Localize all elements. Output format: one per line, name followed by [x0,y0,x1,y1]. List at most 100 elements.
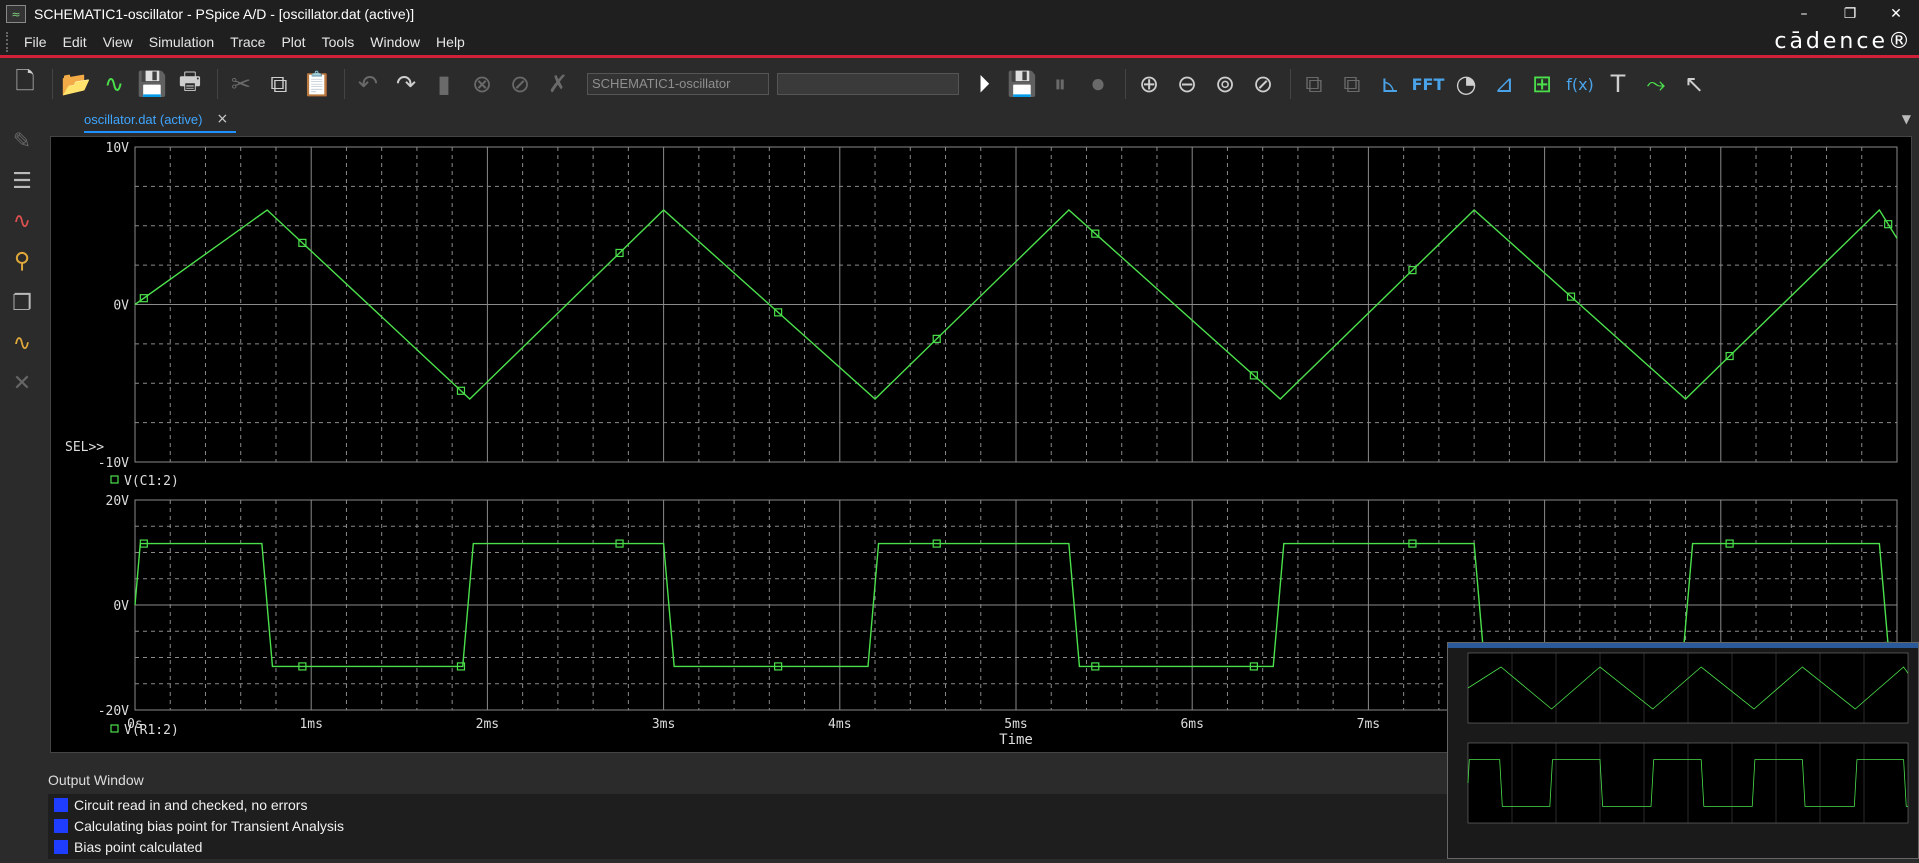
menu-file[interactable]: File [16,34,55,50]
document-tab-strip: oscillator.dat (active) × ▼ [44,107,1919,133]
add-trace-icon[interactable]: ⊞ [1525,67,1559,101]
zoom-in-icon[interactable]: ⊕ [1132,67,1166,101]
text-label-icon[interactable]: T [1601,67,1635,101]
disabled-probe-icon[interactable]: ✕ [6,367,38,399]
tab-list-dropdown-icon[interactable]: ▼ [1902,112,1911,126]
probe-settings-icon[interactable]: ∿ [6,327,38,359]
menu-bar: File Edit View Simulation Trace Plot Too… [0,28,1919,58]
redo-icon[interactable]: ↷ [389,67,423,101]
message-text: Calculating bias point for Transient Ana… [74,817,345,834]
copy-icon[interactable]: ⧉ [262,67,296,101]
netlist-icon[interactable]: ☰ [6,165,38,197]
zoom-out-icon[interactable]: ⊖ [1170,67,1204,101]
window-preview-thumbnail[interactable] [1447,642,1919,859]
zoom-area-icon[interactable]: ⊘ [1246,67,1280,101]
paste-plot-icon[interactable]: ⧉ [1335,67,1369,101]
toolbar-separator [217,69,218,99]
pspice-app-icon[interactable]: ≈ [6,5,26,23]
open-waveform-icon[interactable]: ∿ [97,67,131,101]
pointer-icon[interactable]: ↖ [1677,67,1711,101]
toolbar-separator [1125,69,1126,99]
preview-plot-svg [1467,652,1909,824]
print-icon[interactable]: 🖶 [173,67,207,101]
y-tick-label: 20V [106,494,130,509]
x-tick-label: 7ms [1357,717,1380,732]
y-tick-label: 10V [106,141,130,156]
pause-icon[interactable]: ⏸ [1043,67,1077,101]
save-icon[interactable]: 💾 [135,67,169,101]
open-folder-icon[interactable]: 📂 [59,67,93,101]
bookmark-icon[interactable]: ▮ [427,67,461,101]
x-tick-label: 6ms [1180,717,1203,732]
legend-marker [110,724,119,733]
menu-trace[interactable]: Trace [222,34,273,50]
delete-marks-icon[interactable]: ✗ [541,67,575,101]
info-icon [54,797,68,812]
main-toolbar: 🗋 📂 ∿ 💾 🖶 ✂ ⧉ 📋 ↶ ↷ ▮ ⊗ ⊘ ✗ SCHEMATIC1-o… [0,61,1919,107]
output-window-title: Output Window [48,772,144,788]
output-message-list[interactable]: Circuit read in and checked, no errors C… [48,794,1488,859]
selected-plot-marker: SEL>> [65,440,104,455]
message-text: Circuit read in and checked, no errors [74,796,308,813]
close-window-button[interactable]: ✕ [1873,0,1919,28]
y-tick-label: 0V [113,299,129,314]
x-tick-label: 4ms [828,717,851,732]
simulation-profile-field[interactable]: SCHEMATIC1-oscillator [587,73,769,95]
copy-plot-icon[interactable]: ⧉ [1297,67,1331,101]
save-results-icon[interactable]: 💾 [1005,67,1039,101]
info-icon [54,818,68,833]
log-x-axis-icon[interactable]: ⊿ [1487,67,1521,101]
menu-edit[interactable]: Edit [55,34,95,50]
cut-icon[interactable]: ✂ [224,67,258,101]
restore-button[interactable]: ❐ [1827,0,1873,28]
toggle-cursor-icon[interactable]: ⤳ [1639,67,1673,101]
menu-window[interactable]: Window [362,34,428,50]
list-item: Calculating bias point for Transient Ana… [48,815,1488,836]
x-tick-label: 0s [127,717,143,732]
tab-close-icon[interactable]: × [217,111,229,127]
zoom-fit-icon[interactable]: ⊚ [1208,67,1242,101]
menu-help[interactable]: Help [428,34,473,50]
x-axis-title: Time [999,732,1033,748]
waveform-window-icon[interactable]: ∿ [6,205,38,237]
new-file-icon[interactable]: 🗋 [8,67,42,101]
x-tick-label: 5ms [1004,717,1027,732]
legend-marker [110,475,119,484]
markers-icon[interactable]: ✎ [6,125,38,157]
cadence-logo: cādence® [1774,29,1913,54]
tab-label: oscillator.dat (active) [84,111,203,127]
mark-points-icon[interactable]: ⊗ [465,67,499,101]
simulation-progress-bar [777,73,959,95]
menu-simulation[interactable]: Simulation [141,34,222,50]
toolbar-separator [52,69,53,99]
undo-icon[interactable]: ↶ [351,67,385,101]
minimize-button[interactable]: – [1781,0,1827,28]
y-tick-label: 0V [113,599,129,614]
menu-view[interactable]: View [95,34,141,50]
performance-analysis-icon[interactable]: ◔ [1449,67,1483,101]
log-y-axis-icon[interactable]: ⊾ [1373,67,1407,101]
toolbar-separator [1290,69,1291,99]
info-icon [54,839,68,854]
y-tick-label: -20V [98,704,129,719]
tab-oscillator-dat[interactable]: oscillator.dat (active) × [84,107,237,133]
run-simulation-icon[interactable]: ⏵ [967,67,1001,101]
window-title: SCHEMATIC1-oscillator - PSpice A/D - [os… [34,6,415,22]
list-item: Circuit read in and checked, no errors [48,794,1488,815]
probe-search-icon[interactable]: ⚲ [6,245,38,277]
fft-button[interactable]: FFT [1411,67,1445,101]
left-toolbar: ✎ ☰ ∿ ⚲ ❐ ∿ ✕ [0,107,44,859]
legend-label: V(C1:2) [124,474,179,489]
menu-tools[interactable]: Tools [314,34,363,50]
previous-mark-icon[interactable]: ⊘ [503,67,537,101]
paste-icon[interactable]: 📋 [300,67,334,101]
y-tick-label: -10V [98,456,129,471]
windows-icon[interactable]: ❐ [6,287,38,319]
menu-plot[interactable]: Plot [273,34,313,50]
toolbar-separator [344,69,345,99]
x-tick-label: 1ms [299,717,322,732]
eval-goal-function-icon[interactable]: f(x) [1563,67,1597,101]
stop-icon[interactable]: ⏺ [1081,67,1115,101]
menu-grip[interactable] [6,31,10,52]
x-tick-label: 3ms [652,717,675,732]
